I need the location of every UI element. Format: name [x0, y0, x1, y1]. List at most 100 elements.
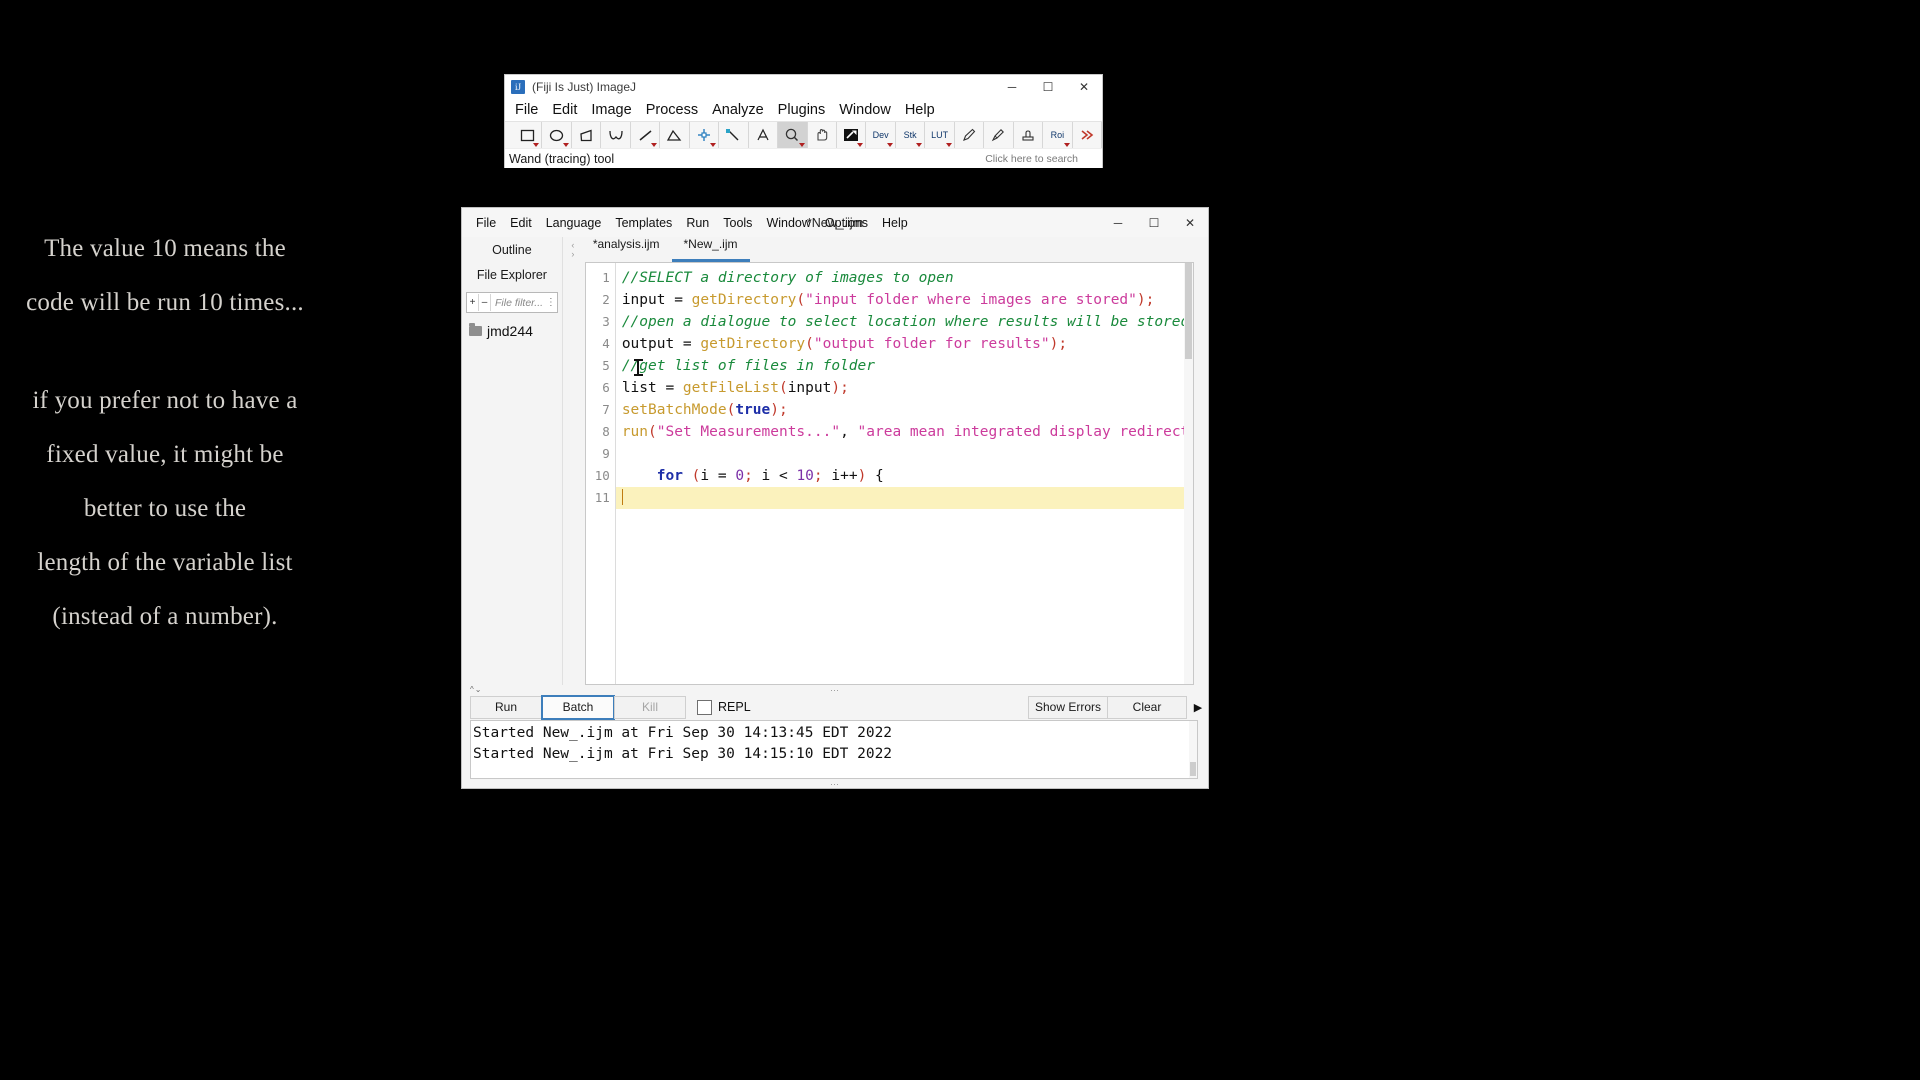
code-line[interactable]: setBatchMode(true); [616, 399, 1193, 421]
dropdown-triangle-icon [916, 143, 923, 147]
line-number-gutter: 1 2 3 4 5 6 7 8 9 10 11 [585, 263, 616, 684]
editor-close-button[interactable]: ✕ [1172, 208, 1208, 237]
editor-menu-templates[interactable]: Templates [615, 216, 672, 230]
editor-menu-tools[interactable]: Tools [723, 216, 752, 230]
fiji-titlebar[interactable]: iJ (Fiji Is Just) ImageJ ─ ☐ ✕ [505, 75, 1102, 99]
editor-menu-edit[interactable]: Edit [510, 216, 532, 230]
editor-tab-new[interactable]: *New_.ijm [671, 233, 750, 262]
rectangle-tool[interactable] [513, 122, 543, 148]
splitter-collapse-icons[interactable]: ^⌄ [470, 685, 482, 694]
roi-tool[interactable]: Roi [1043, 122, 1073, 148]
fiji-menu-help[interactable]: Help [905, 102, 935, 118]
run-button[interactable]: Run [470, 695, 542, 719]
expand-all-button[interactable]: + [467, 294, 479, 311]
text-tool[interactable] [748, 122, 779, 148]
fiji-menu-file[interactable]: File [515, 102, 538, 118]
dropper-tool[interactable] [836, 122, 867, 148]
code-token: ; [840, 380, 849, 396]
code-text-area[interactable]: //SELECT a directory of images to open in… [615, 263, 1193, 684]
console-scrollbar-thumb[interactable] [1190, 762, 1196, 776]
dev-tool[interactable]: Dev [866, 122, 896, 148]
fiji-maximize-button[interactable]: ☐ [1030, 75, 1066, 99]
pencil-tool[interactable] [954, 122, 985, 148]
editor-menu-window[interactable]: Window [766, 216, 810, 230]
play-arrow-icon[interactable]: ▶ [1190, 701, 1206, 714]
code-token: "output folder for results" [813, 336, 1050, 352]
magnifier-tool[interactable] [778, 122, 808, 148]
editor-menu-help[interactable]: Help [882, 216, 908, 230]
code-line[interactable]: run("Set Measurements...", "area mean in… [616, 421, 1193, 443]
show-errors-button[interactable]: Show Errors [1028, 695, 1108, 719]
fiji-minimize-button[interactable]: ─ [994, 75, 1030, 99]
fiji-menu-process[interactable]: Process [646, 102, 698, 118]
code-line[interactable]: //SELECT a directory of images to open [616, 267, 1193, 289]
code-vertical-scrollbar[interactable] [1184, 263, 1193, 684]
file-filter-input[interactable]: File filter... [491, 297, 545, 309]
editor-console[interactable]: Started New_.ijm at Fri Sep 30 14:13:45 … [470, 720, 1198, 779]
code-line[interactable]: input = getDirectory("input folder where… [616, 289, 1193, 311]
code-token: ; [1145, 292, 1155, 308]
editor-splitter[interactable]: ^⌄ ⋯ [462, 685, 1208, 694]
code-line[interactable]: //get list of files in folder [616, 355, 1193, 377]
editor-menu-language[interactable]: Language [546, 216, 602, 230]
code-token: for [656, 468, 683, 484]
fiji-menu-window[interactable]: Window [839, 102, 891, 118]
fiji-menu-edit[interactable]: Edit [552, 102, 577, 118]
fiji-logo-icon: iJ [511, 80, 525, 94]
code-line[interactable]: for (i = 0; i < 10; i++) { [616, 465, 1193, 487]
repl-toggle[interactable]: REPL [697, 699, 751, 715]
point-tool[interactable] [689, 122, 720, 148]
editor-tab-analysis[interactable]: *analysis.ijm [581, 233, 672, 262]
editor-maximize-button[interactable]: ☐ [1136, 208, 1172, 237]
magnifier-icon [786, 128, 799, 142]
wand-tool[interactable] [719, 122, 749, 148]
fiji-menu-image[interactable]: Image [591, 102, 631, 118]
kill-button[interactable]: Kill [614, 695, 686, 719]
code-line[interactable] [615, 487, 1193, 509]
console-scrollbar[interactable] [1189, 721, 1197, 778]
lut-tool[interactable]: LUT [925, 122, 955, 148]
oval-tool[interactable] [542, 122, 572, 148]
brush-tool[interactable] [984, 122, 1014, 148]
caption-paragraph-3: length of the variable list (instead of … [37, 549, 293, 630]
editor-menu-file[interactable]: File [476, 216, 496, 230]
code-line[interactable]: output = getDirectory("output folder for… [616, 333, 1193, 355]
editor-titlebar[interactable]: File Edit Language Templates Run Tools W… [462, 208, 1208, 237]
file-tree-item-label: jmd244 [487, 323, 533, 339]
fiji-menu-plugins[interactable]: Plugins [778, 102, 826, 118]
eraser-tool[interactable] [1013, 122, 1044, 148]
freehand-tool[interactable] [601, 122, 631, 148]
repl-checkbox[interactable] [697, 699, 712, 715]
code-line[interactable]: list = getFileList(input); [616, 377, 1193, 399]
editor-minimize-button[interactable]: ─ [1100, 208, 1136, 237]
line-tool[interactable] [630, 122, 661, 148]
code-token: //SELECT a directory of images to open [621, 270, 954, 286]
angle-icon [667, 129, 682, 141]
file-tree-item-jmd244[interactable]: jmd244 [469, 323, 562, 339]
clear-button[interactable]: Clear [1107, 695, 1187, 719]
side-tab-file-explorer[interactable]: File Explorer [462, 262, 562, 287]
fiji-close-button[interactable]: ✕ [1066, 75, 1102, 99]
line-icon [639, 129, 652, 141]
code-line[interactable] [616, 443, 1193, 465]
code-token: ( [778, 380, 788, 396]
editor-menu-run[interactable]: Run [686, 216, 709, 230]
side-tab-outline[interactable]: Outline [462, 237, 562, 262]
collapse-all-button[interactable]: – [479, 294, 491, 311]
code-token: , [840, 424, 858, 440]
code-line[interactable]: //open a dialogue to select location whe… [616, 311, 1193, 333]
more-tools-button[interactable] [1072, 122, 1103, 148]
fiji-menu-analyze[interactable]: Analyze [712, 102, 764, 118]
file-filter-options-button[interactable]: ⋮ [545, 297, 557, 308]
code-editor[interactable]: 1 2 3 4 5 6 7 8 9 10 11 //SELECT a directory of im… [584, 262, 1194, 685]
editor-menu-options[interactable]: Options [825, 216, 868, 230]
hand-tool[interactable] [807, 122, 837, 148]
tab-scroll-arrows[interactable]: ‹ › [565, 237, 581, 262]
stk-tool[interactable]: Stk [895, 122, 926, 148]
batch-button[interactable]: Batch [541, 694, 615, 720]
angle-tool[interactable] [660, 122, 690, 148]
scrollbar-thumb[interactable] [1185, 263, 1192, 359]
screen-root: The value 10 means the code will be run … [0, 0, 1920, 1080]
polygon-tool[interactable] [571, 122, 602, 148]
fiji-search-hint[interactable]: Click here to search [985, 153, 1078, 165]
